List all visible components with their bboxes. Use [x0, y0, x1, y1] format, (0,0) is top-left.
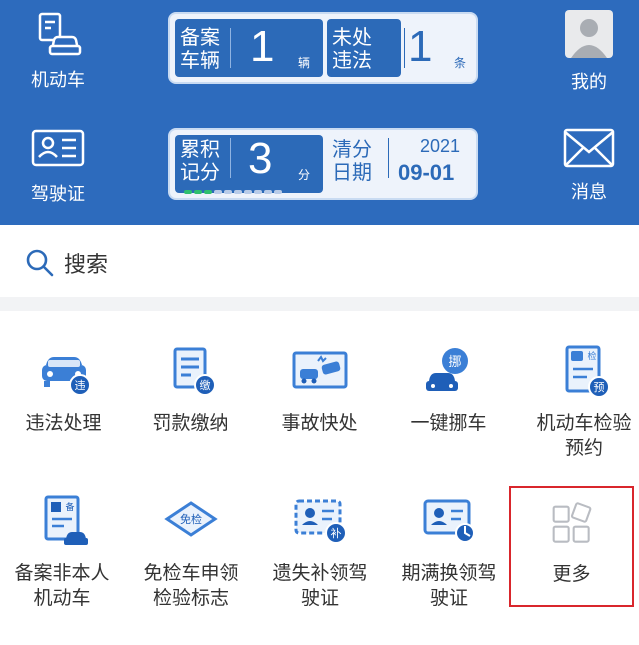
mine-label: 我的: [571, 72, 607, 93]
service-label: 免检车申领检验标志: [143, 562, 239, 609]
service-fine-payment[interactable]: 缴 罚款缴纳: [127, 311, 254, 471]
registered-vehicles-label: 备案车辆: [180, 25, 220, 72]
clear-date-label: 清分日期: [332, 137, 372, 184]
accumulated-points-label: 累积记分: [180, 137, 220, 184]
messages-button[interactable]: 消息: [539, 118, 639, 218]
fine-payment-icon: 缴: [173, 347, 216, 396]
service-violation-handling[interactable]: 违 违法处理: [0, 311, 127, 471]
divider: [404, 28, 405, 68]
service-label: 违法处理: [25, 412, 102, 434]
unprocessed-violations-unit: 条: [454, 56, 467, 70]
registered-vehicles-unit: 辆: [298, 56, 311, 70]
divider: [388, 138, 389, 178]
clear-year: 2021: [420, 136, 461, 156]
svg-text:检: 检: [587, 350, 596, 362]
service-register-vehicle[interactable]: 备 备案非本人机动车: [0, 467, 127, 627]
service-label: 一键挪车: [410, 412, 487, 434]
license-button[interactable]: 驾驶证: [8, 118, 108, 218]
service-label: 事故快处: [281, 412, 358, 434]
svg-text:备: 备: [65, 501, 74, 513]
registered-vehicles-count: 1: [250, 22, 275, 71]
service-lost-license[interactable]: 补 遗失补领驾驶证: [256, 467, 383, 627]
svg-text:补: 补: [330, 527, 341, 540]
vehicle-violation-card[interactable]: 备案车辆 1 辆 未处违法 1 条: [168, 12, 478, 84]
service-renew-license[interactable]: 期满换领驾驶证: [385, 467, 512, 627]
move-car-icon: 挪: [425, 348, 468, 391]
service-label: 罚款缴纳: [152, 412, 229, 434]
points-card[interactable]: 累积记分 3 分 清分日期 2021 09-01: [168, 128, 478, 200]
register-vehicle-icon: 备: [44, 495, 88, 545]
service-label: 期满换领驾驶证: [401, 562, 497, 609]
clear-date: 09-01: [398, 160, 455, 185]
id-card-icon: [31, 129, 85, 167]
highlight-box: [509, 486, 634, 607]
service-label: 备案非本人机动车: [14, 562, 110, 609]
svg-text:预: 预: [593, 381, 604, 394]
service-inspection-booking[interactable]: 检 预 机动车检验预约: [521, 311, 639, 471]
divider: [230, 138, 231, 178]
unprocessed-violations-count: 1: [408, 22, 433, 71]
svg-text:缴: 缴: [199, 378, 210, 392]
envelope-icon: [563, 128, 615, 168]
search-icon: [26, 249, 54, 277]
mine-button[interactable]: 我的: [539, 8, 639, 108]
accumulated-points-unit: 分: [298, 168, 311, 182]
accumulated-points-value: 3: [248, 134, 273, 183]
accident-icon: [292, 351, 347, 389]
search-label: 搜索: [64, 253, 109, 278]
service-label: 机动车检验预约: [536, 412, 632, 459]
service-label: 遗失补领驾驶证: [272, 562, 368, 609]
inspection-booking-icon: 检 预: [565, 345, 610, 398]
vehicle-label: 机动车: [31, 70, 85, 91]
license-label: 驾驶证: [31, 184, 85, 205]
svg-text:违: 违: [74, 379, 85, 392]
exempt-inspection-icon: 免检: [163, 501, 218, 537]
service-exempt-inspection[interactable]: 免检 免检车申领检验标志: [127, 467, 254, 627]
unprocessed-violations-label: 未处违法: [332, 25, 372, 72]
section-divider: [0, 297, 639, 311]
car-document-icon: [38, 12, 82, 56]
violation-car-icon: 违: [41, 357, 91, 396]
points-progress: [184, 190, 294, 194]
service-move-car[interactable]: 挪 一键挪车: [385, 311, 512, 471]
renew-license-icon: [423, 499, 475, 543]
divider: [230, 28, 231, 68]
service-accident-quick[interactable]: 事故快处: [256, 311, 383, 471]
messages-label: 消息: [571, 182, 607, 203]
lost-license-icon: 补: [294, 499, 347, 544]
header-panel: 机动车 驾驶证 我的 消息 备案车辆 1 辆 未处违法 1 条 累积记分 3 分…: [0, 0, 639, 225]
svg-text:挪: 挪: [448, 355, 461, 370]
avatar-icon: [565, 10, 613, 58]
vehicle-button[interactable]: 机动车: [8, 8, 108, 108]
svg-text:免检: 免检: [180, 512, 202, 526]
search-bar[interactable]: 搜索: [0, 225, 639, 297]
